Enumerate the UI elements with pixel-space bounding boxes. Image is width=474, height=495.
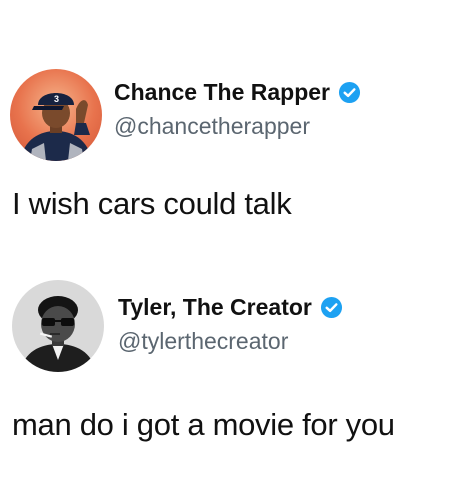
avatar-tyler[interactable]: [12, 280, 104, 372]
verified-badge-icon: [338, 81, 361, 104]
display-name-text: Chance The Rapper: [114, 79, 330, 105]
cap-number: 3: [54, 94, 59, 104]
tweet-text: man do i got a movie for you: [12, 407, 395, 442]
display-name-text: Tyler, The Creator: [118, 294, 312, 320]
display-name-tyler[interactable]: Tyler, The Creator: [118, 294, 343, 321]
avatar-tyler-image: [12, 280, 104, 372]
verified-badge-icon: [320, 296, 343, 319]
handle-tyler[interactable]: @tylerthecreator: [118, 328, 288, 355]
avatar-chance[interactable]: 3: [10, 69, 102, 161]
handle-chance[interactable]: @chancetherapper: [114, 113, 310, 140]
avatar-chance-image: 3: [10, 69, 102, 161]
tweet-text: I wish cars could talk: [12, 186, 292, 221]
display-name-chance[interactable]: Chance The Rapper: [114, 79, 361, 106]
